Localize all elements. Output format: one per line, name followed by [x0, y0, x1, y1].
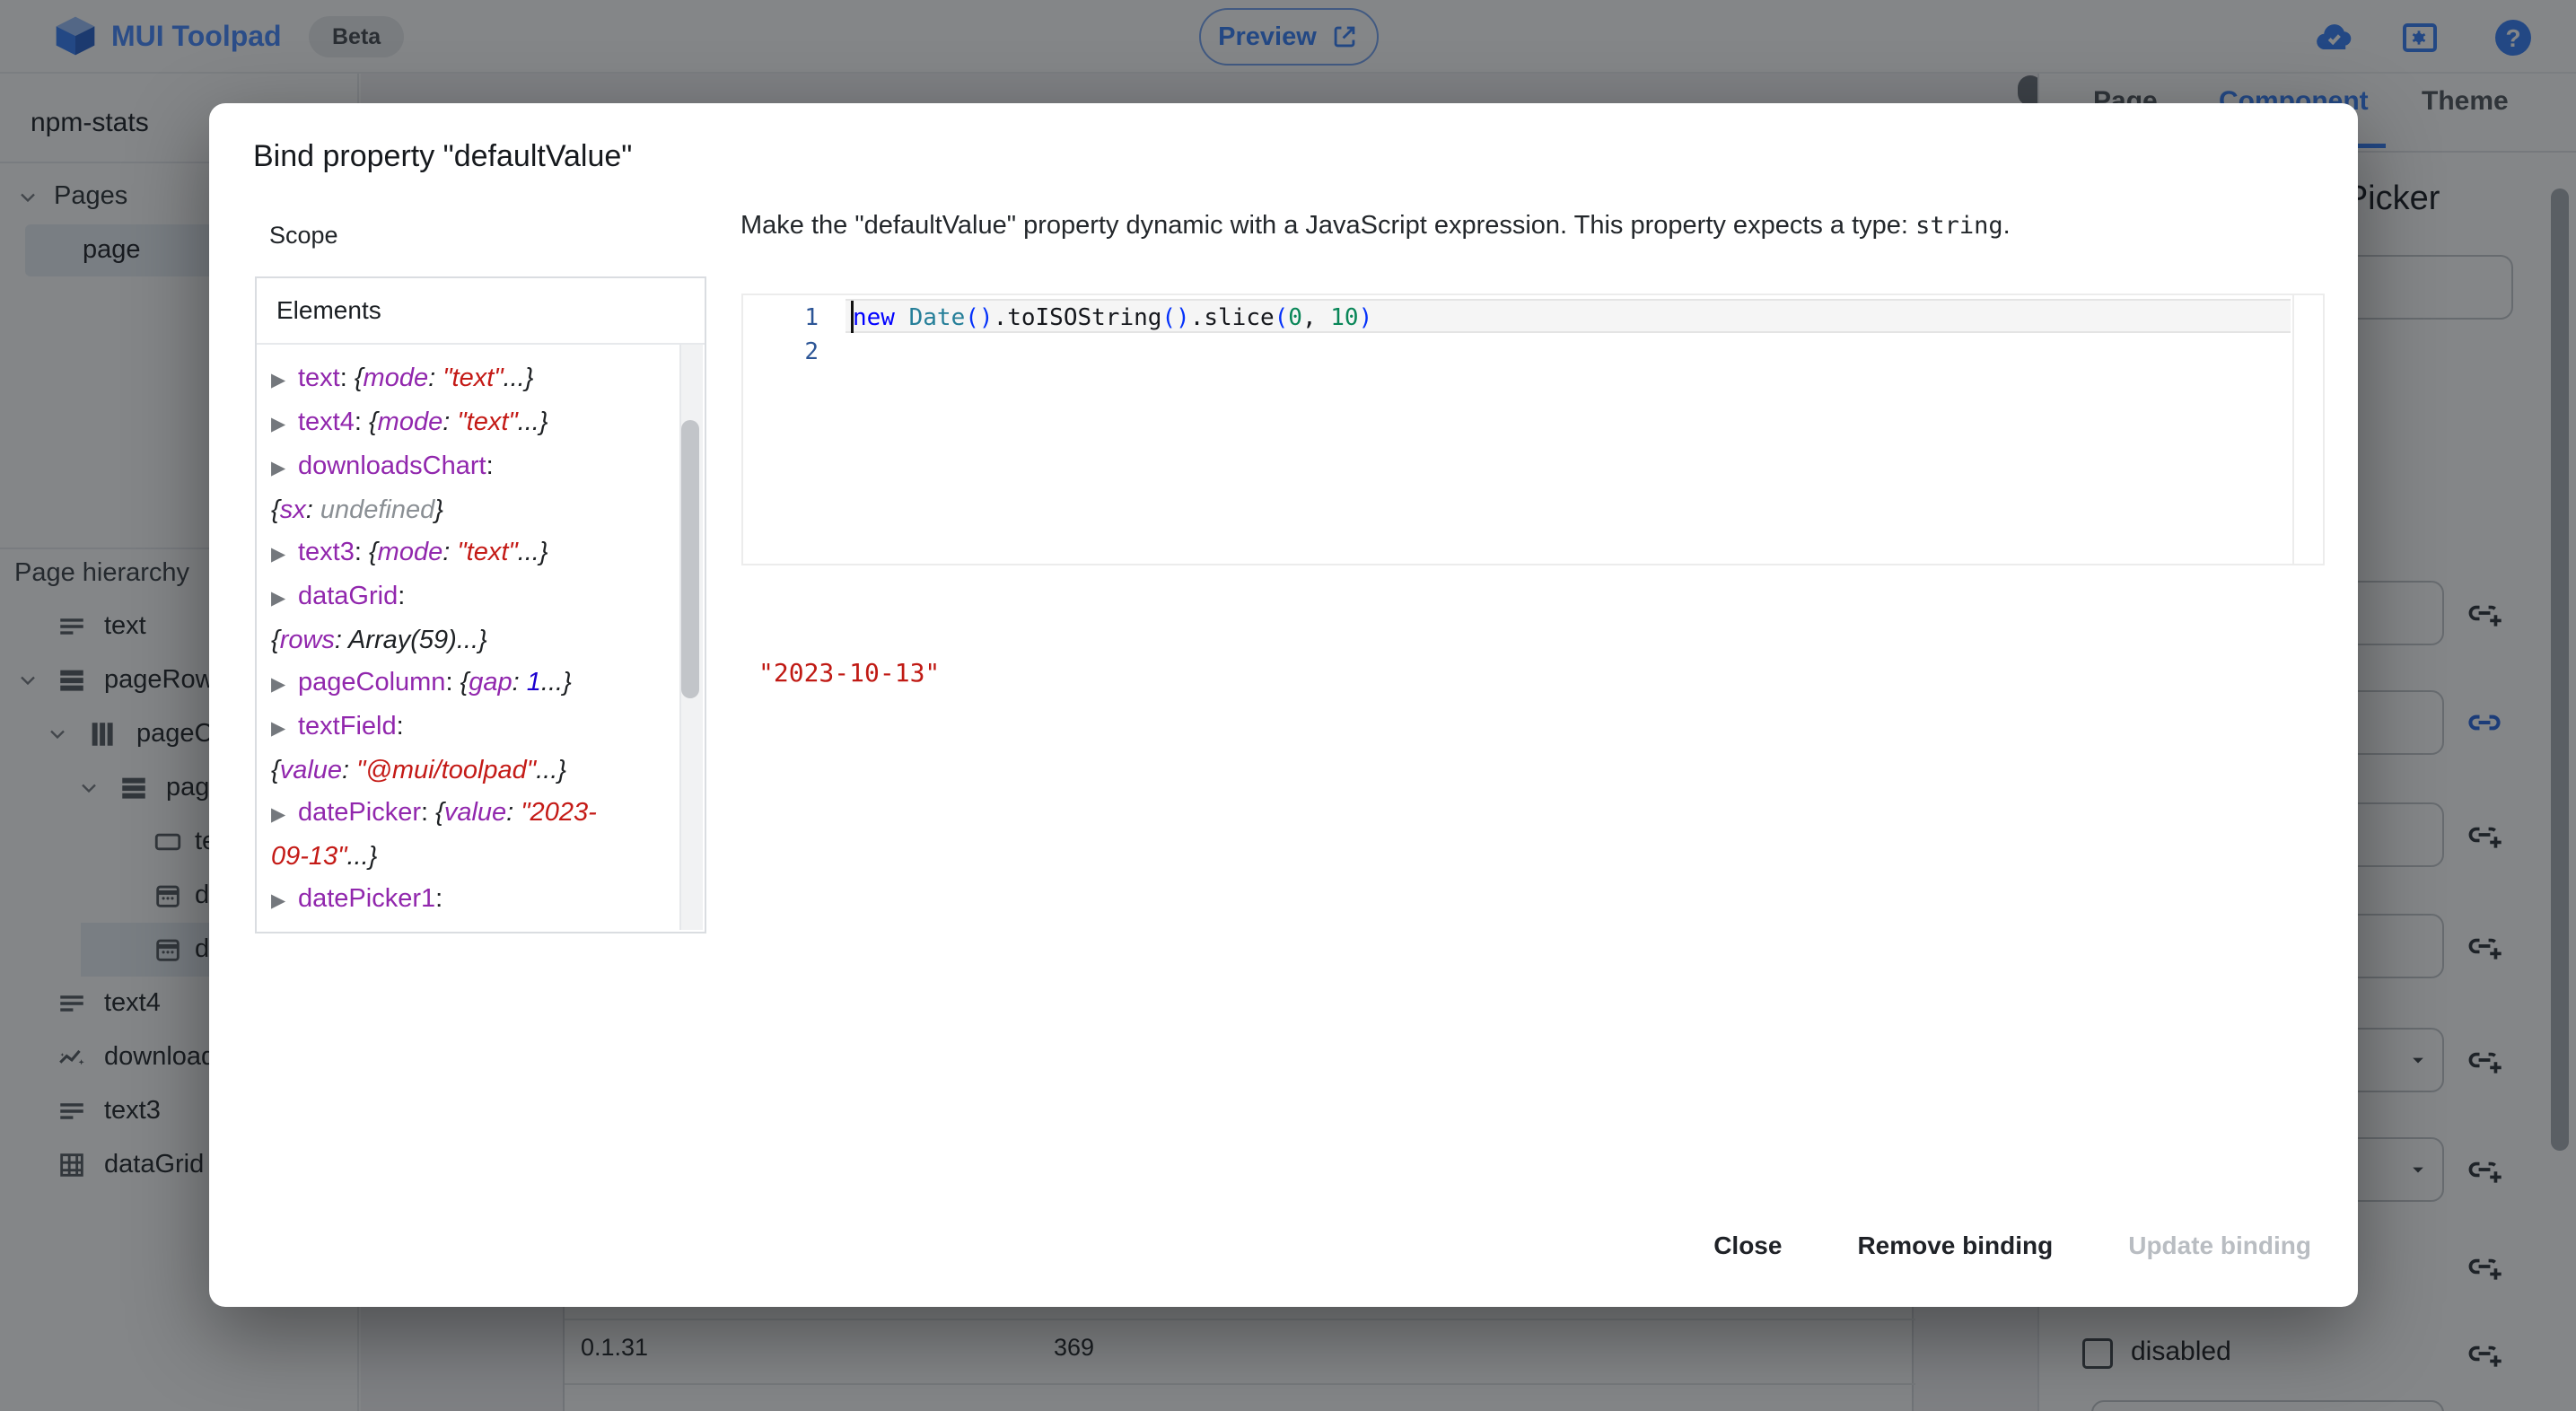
elements-scrollbar-thumb[interactable] [681, 420, 699, 698]
line-numbers: 12 [743, 301, 819, 369]
line-number: 2 [804, 338, 819, 365]
expand-triangle-icon: ▶ [271, 674, 291, 695]
expand-triangle-icon: ▶ [271, 890, 291, 911]
expand-triangle-icon: ▶ [271, 718, 291, 739]
scope-element-item[interactable]: ▶ dataGrid: {rows: Array(59)...} [271, 575, 666, 662]
scope-element-item[interactable]: ▶ pageColumn: {gap: 1...} [271, 662, 666, 706]
code-content[interactable]: new Date().toISOString().slice(0, 10) [853, 301, 1372, 369]
expand-triangle-icon: ▶ [271, 544, 291, 565]
scope-explorer: Elements ▶ text: {mode: "text"...} ▶ text… [255, 276, 706, 933]
divider [257, 343, 705, 345]
scope-element-item[interactable]: ▶ text: {mode: "text"...} [271, 357, 666, 401]
expand-triangle-icon: ▶ [271, 804, 291, 825]
text-cursor [851, 301, 854, 333]
scope-element-item[interactable]: ▶ text3: {mode: "text"...} [271, 531, 666, 575]
scope-element-item[interactable]: ▶ datePicker: {value: "2023- 09-13"...} [271, 792, 666, 878]
elements-list: ▶ text: {mode: "text"...} ▶ text4: {mode:… [271, 357, 666, 932]
remove-binding-button[interactable]: Remove binding [1843, 1223, 2067, 1269]
mui-toolpad-app: MUI Toolpad Beta Preview ? npm-stats Pag… [0, 0, 2576, 1411]
expected-type: string [1915, 212, 2003, 240]
elements-header: Elements [276, 296, 381, 324]
line-number: 1 [804, 304, 819, 331]
dialog-description: Make the "defaultValue" property dynamic… [740, 211, 2011, 240]
scope-element-item[interactable]: ▶ textField: {value: "@mui/toolpad"...} [271, 706, 666, 792]
dialog-actions: Close Remove binding Update binding [1699, 1223, 2326, 1269]
expand-triangle-icon: ▶ [271, 414, 291, 434]
scope-element-item[interactable]: ▶ datePicker1: {value: "2023-10-13"...} [271, 878, 666, 932]
close-button[interactable]: Close [1699, 1223, 1796, 1269]
bind-property-dialog: Bind property "defaultValue" Scope Eleme… [209, 103, 2358, 1307]
dialog-title: Bind property "defaultValue" [253, 139, 633, 173]
code-line: new Date().toISOString().slice(0, 10) [853, 304, 1373, 331]
expand-triangle-icon: ▶ [271, 370, 291, 390]
js-expression-editor[interactable]: 12 new Date().toISOString().slice(0, 10) [741, 294, 2325, 565]
scope-element-item[interactable]: ▶ text4: {mode: "text"...} [271, 401, 666, 445]
expand-triangle-icon: ▶ [271, 588, 291, 609]
expression-result-preview: "2023-10-13" [758, 658, 941, 688]
elements-scrollbar-track[interactable] [679, 345, 703, 930]
scope-label: Scope [269, 222, 338, 249]
expand-triangle-icon: ▶ [271, 458, 291, 478]
editor-scrollbar-gutter [2292, 295, 2294, 564]
scope-element-item[interactable]: ▶ downloadsChart: {sx: undefined} [271, 445, 666, 531]
update-binding-button[interactable]: Update binding [2114, 1223, 2326, 1269]
